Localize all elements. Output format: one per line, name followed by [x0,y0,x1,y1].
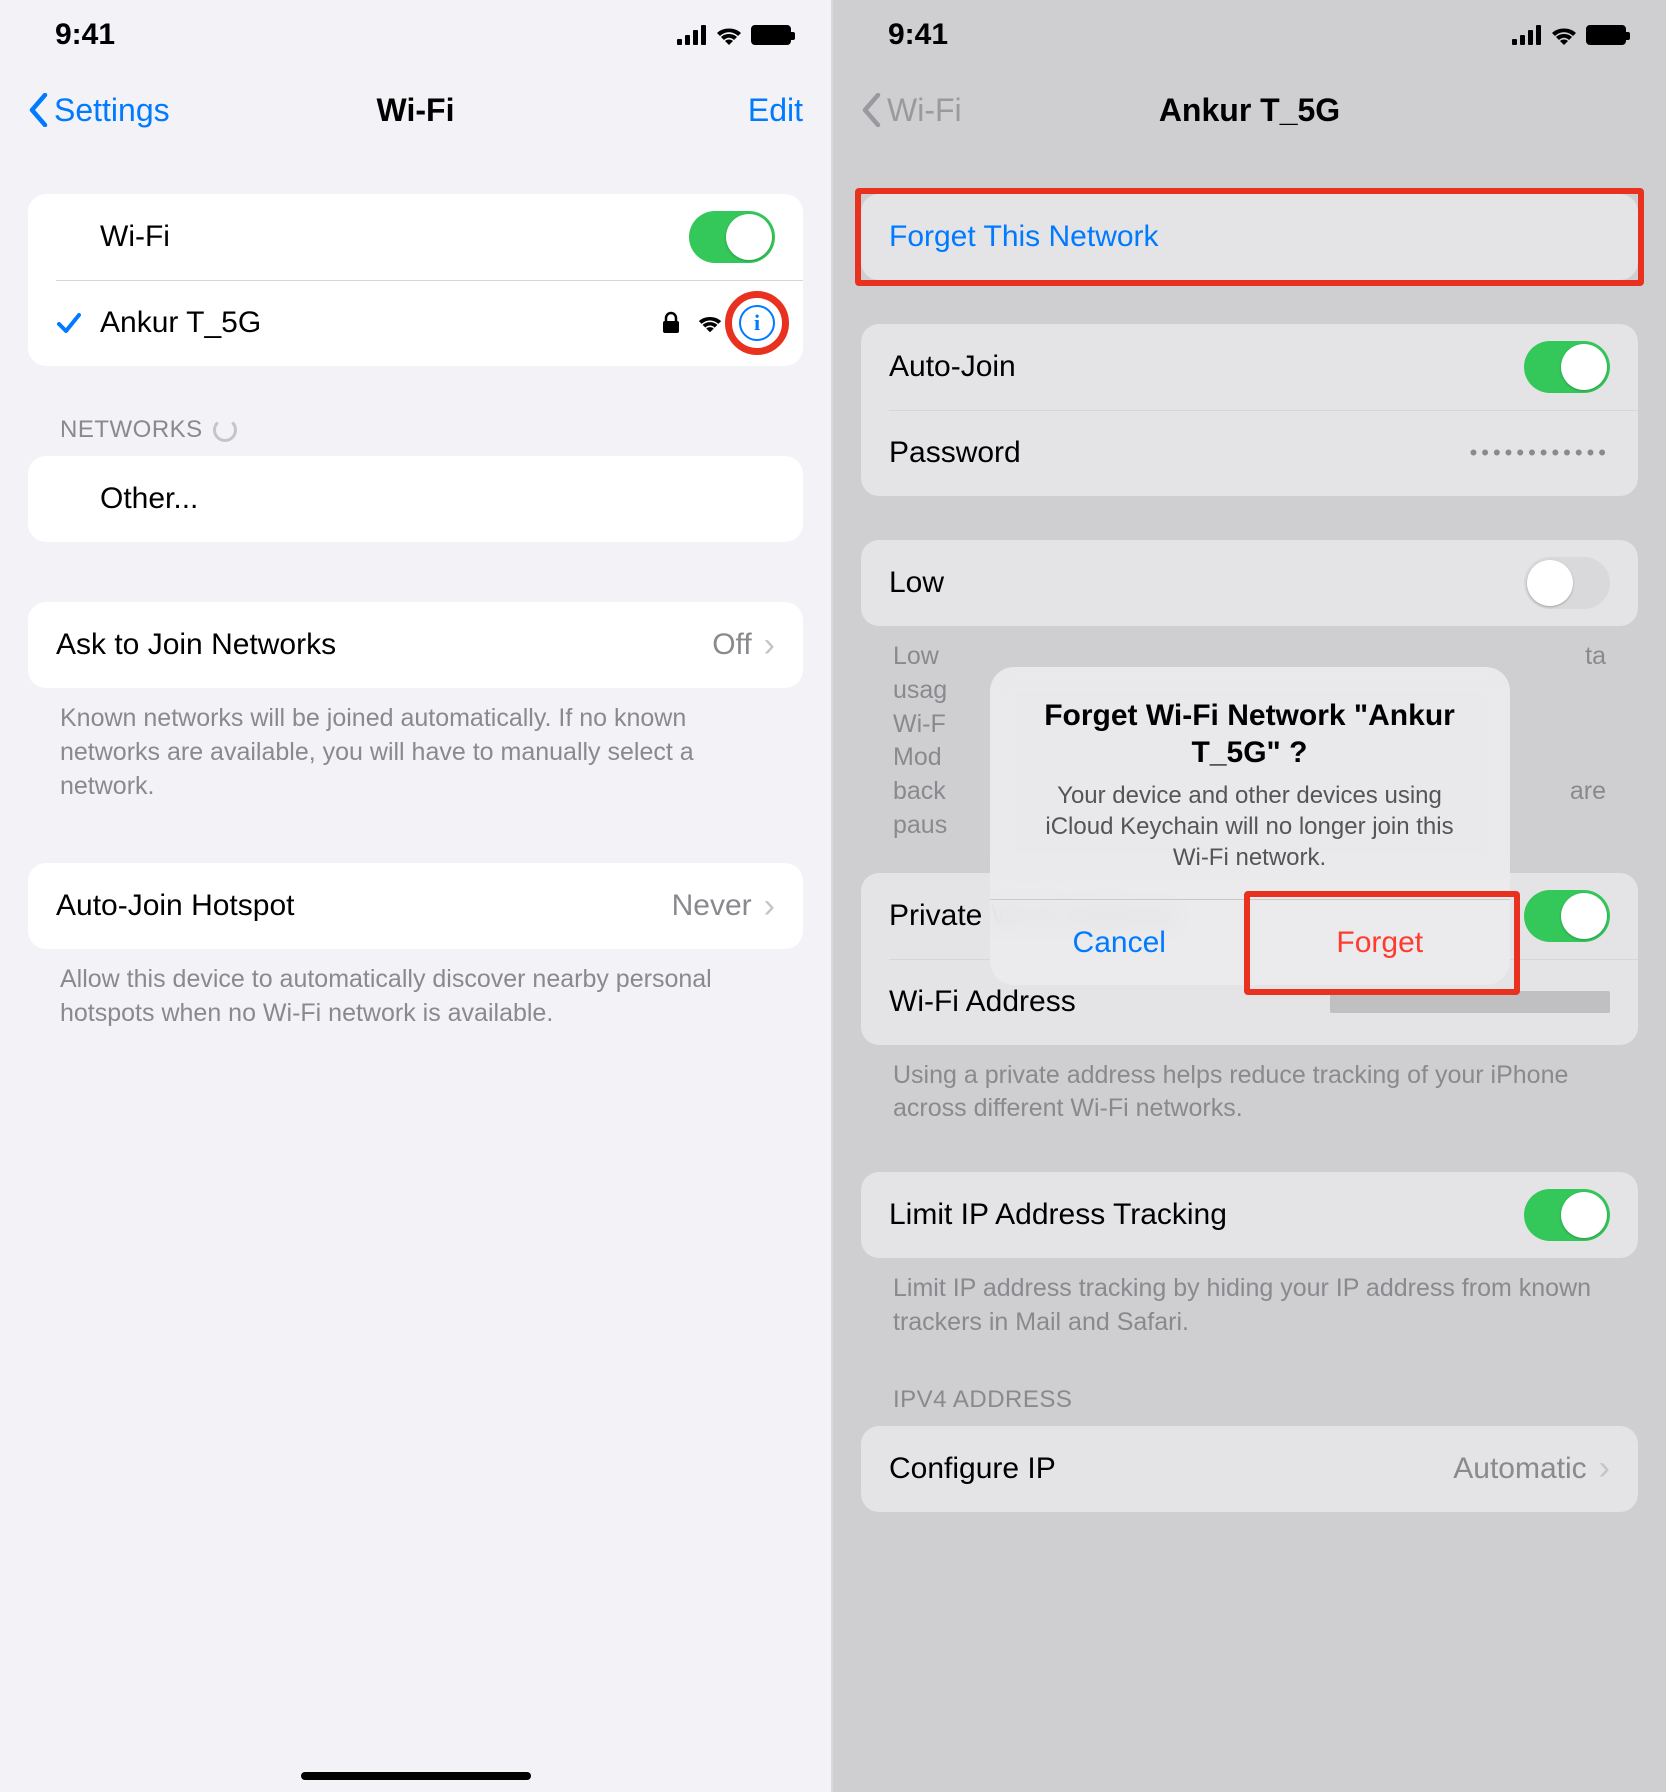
status-time: 9:41 [888,18,948,52]
other-network-row[interactable]: Other... [28,456,803,542]
ask-to-join-value: Off [712,628,751,662]
wifi-label: Wi-Fi [100,220,689,254]
back-button[interactable]: Wi-Fi [861,92,962,129]
forget-network-label: Forget This Network [889,220,1610,254]
network-name: Ankur T_5G [100,306,661,340]
cellular-icon [1512,25,1542,45]
status-bar: 9:41 [0,0,831,70]
wifi-icon [715,25,743,45]
wifi-toggle-group: Wi-Fi Ankur T_5G i [28,194,803,366]
ipv4-header: IPV4 ADDRESS [861,1386,1638,1426]
private-address-footer: Using a private address helps reduce tra… [861,1045,1638,1127]
back-label: Settings [54,92,170,129]
wifi-toggle[interactable] [689,211,775,263]
screen-network-detail: 9:41 Wi-Fi Ankur T_5G Forget This Networ… [833,0,1666,1792]
wifi-signal-icon [697,313,723,333]
connected-network-row[interactable]: Ankur T_5G i [28,280,803,366]
back-label: Wi-Fi [887,92,962,129]
ask-to-join-footer: Known networks will be joined automatica… [28,688,803,803]
ask-to-join-label: Ask to Join Networks [56,628,712,662]
private-address-toggle[interactable] [1524,890,1610,942]
lock-icon [661,311,681,335]
auto-join-hotspot-value: Never [672,889,752,923]
nav-bar: Settings Wi-Fi Edit [0,70,831,150]
auto-join-row: Auto-Join [861,324,1638,410]
check-icon [56,310,84,336]
password-row[interactable]: Password •••••••••••• [861,410,1638,496]
password-label: Password [889,436,1470,470]
networks-header: NETWORKS [28,416,803,456]
low-data-row: Low [861,540,1638,626]
alert-forget-label: Forget [1336,926,1423,960]
alert-forget-button[interactable]: Forget [1250,900,1510,985]
battery-icon [1586,25,1626,45]
wifi-address-label: Wi-Fi Address [889,985,1330,1019]
low-data-label: Low [889,566,1524,600]
configure-ip-value: Automatic [1453,1452,1586,1486]
wifi-icon [1550,25,1578,45]
alert-message: Your device and other devices using iClo… [1026,780,1474,874]
nav-bar: Wi-Fi Ankur T_5G [833,70,1666,150]
status-icons [677,25,791,45]
auto-join-hotspot-row[interactable]: Auto-Join Hotspot Never › [28,863,803,949]
auto-join-hotspot-footer: Allow this device to automatically disco… [28,949,803,1031]
chevron-left-icon [28,93,48,127]
status-bar: 9:41 [833,0,1666,70]
edit-button[interactable]: Edit [748,92,803,129]
back-button[interactable]: Settings [28,92,170,129]
screen-wifi-list: 9:41 Settings Wi-Fi Edit Wi-Fi Anku [0,0,833,1792]
ask-to-join-row[interactable]: Ask to Join Networks Off › [28,602,803,688]
battery-icon [751,25,791,45]
home-indicator[interactable] [301,1772,531,1780]
other-label: Other... [100,482,775,516]
chevron-left-icon [861,93,881,127]
chevron-right-icon: › [1599,1449,1610,1488]
cellular-icon [677,25,707,45]
status-time: 9:41 [55,18,115,52]
configure-ip-row[interactable]: Configure IP Automatic › [861,1426,1638,1512]
spinner-icon [213,418,237,442]
forget-network-row[interactable]: Forget This Network [861,194,1638,280]
low-data-toggle[interactable] [1524,557,1610,609]
password-value: •••••••••••• [1470,440,1610,466]
limit-tracking-footer: Limit IP address tracking by hiding your… [861,1258,1638,1340]
chevron-right-icon: › [764,626,775,665]
status-icons [1512,25,1626,45]
auto-join-toggle[interactable] [1524,341,1610,393]
configure-ip-label: Configure IP [889,1452,1453,1486]
alert-cancel-button[interactable]: Cancel [990,900,1251,985]
limit-tracking-toggle[interactable] [1524,1189,1610,1241]
limit-tracking-label: Limit IP Address Tracking [889,1198,1524,1232]
alert-title: Forget Wi-Fi Network "Ankur T_5G" ? [1026,697,1474,772]
forget-confirm-alert: Forget Wi-Fi Network "Ankur T_5G" ? Your… [990,667,1510,986]
auto-join-label: Auto-Join [889,350,1524,384]
wifi-address-value-redacted [1330,991,1610,1013]
auto-join-hotspot-label: Auto-Join Hotspot [56,889,672,923]
chevron-right-icon: › [764,887,775,926]
info-icon[interactable]: i [739,305,775,341]
limit-tracking-row: Limit IP Address Tracking [861,1172,1638,1258]
